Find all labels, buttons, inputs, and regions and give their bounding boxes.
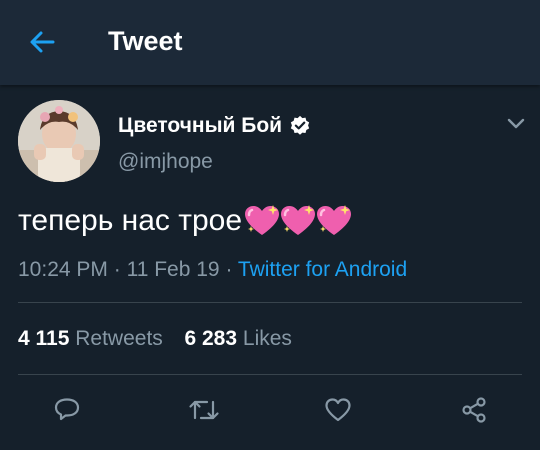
author-name-row[interactable]: Цветочный Бой (118, 114, 311, 138)
sparkling-heart-icon (245, 205, 280, 235)
tweet-time: 10:24 PM (18, 258, 108, 281)
share-button[interactable] (456, 392, 492, 428)
chevron-down-icon (507, 118, 525, 129)
tweet-source-link[interactable]: Twitter for Android (238, 258, 407, 281)
sparkling-heart-icon (281, 205, 316, 235)
page-title: Tweet (108, 26, 183, 56)
divider (18, 302, 522, 303)
avatar-photo (18, 100, 100, 182)
top-app-bar: Tweet (0, 0, 540, 85)
tweet-text-content: теперь нас трое (18, 204, 243, 237)
tweet-text: теперь нас трое (18, 204, 352, 238)
arrow-left-icon (30, 31, 55, 53)
retweet-count: 4 115 (18, 327, 70, 350)
meta-separator: · (113, 258, 121, 281)
divider (18, 374, 522, 375)
tweet-meta: 10:24 PM · 11 Feb 19 · Twitter for Andro… (18, 258, 407, 282)
tweet-date: 11 Feb 19 (126, 258, 220, 281)
sparkling-heart-icon (317, 205, 352, 235)
author-handle[interactable]: @imjhope (118, 150, 213, 174)
emoji-group (243, 204, 352, 238)
verified-badge-icon (290, 115, 310, 135)
retweet-button[interactable] (186, 392, 222, 428)
share-icon (462, 397, 486, 423)
retweet-icon (189, 400, 219, 420)
meta-separator: · (225, 258, 233, 281)
likes-stat[interactable]: 6 283 Likes (184, 327, 291, 350)
reply-icon (54, 398, 80, 421)
tweet-options-button[interactable] (503, 113, 529, 135)
avatar[interactable] (18, 100, 100, 182)
like-label: Likes (242, 327, 292, 350)
display-name: Цветочный Бой (118, 114, 283, 137)
tweet-actions-bar (0, 392, 540, 432)
like-button[interactable] (320, 392, 356, 428)
tweet-stats: 4 115 Retweets 6 283 Likes (18, 327, 292, 351)
retweet-label: Retweets (75, 327, 163, 350)
retweets-stat[interactable]: 4 115 Retweets (18, 327, 169, 350)
like-icon (325, 398, 351, 422)
reply-button[interactable] (49, 392, 85, 428)
back-button[interactable] (22, 24, 62, 60)
like-count: 6 283 (184, 327, 238, 350)
